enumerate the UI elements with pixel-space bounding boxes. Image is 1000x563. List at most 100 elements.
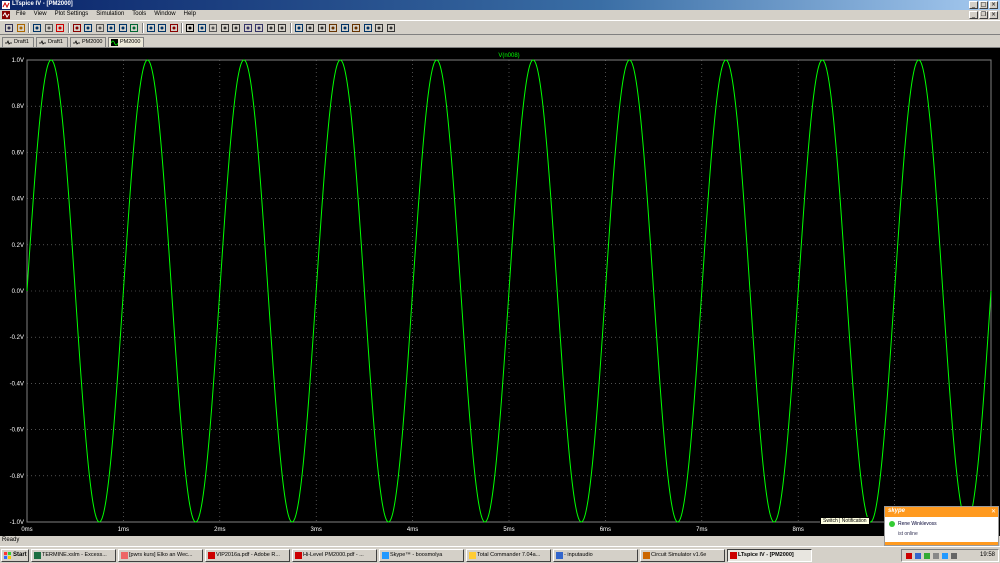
tray-icon-1[interactable] [906, 553, 912, 559]
y-tick-label: 0.6V [12, 150, 24, 156]
contact-name[interactable]: Rene Winklevoss [898, 521, 937, 527]
tile-vertical-icon[interactable] [157, 23, 167, 33]
zoom-fit-icon[interactable] [118, 23, 128, 33]
x-tick-label: 7ms [696, 527, 707, 533]
save-icon[interactable] [32, 23, 42, 33]
y-tick-label: -0.4V [10, 381, 24, 387]
taskbar-button[interactable]: Total Commander 7.04a... [466, 549, 551, 562]
y-tick-label: -0.8V [10, 474, 24, 480]
menu-plot-settings[interactable]: Plot Settings [51, 10, 93, 18]
label-icon[interactable] [317, 23, 327, 33]
inductor-icon[interactable] [351, 23, 361, 33]
taskbar-button-label: [pwrs kurs] Elko an Wec... [129, 552, 193, 558]
zoom-in-icon[interactable] [83, 23, 93, 33]
tab-draft1-b[interactable]: Draft1 [36, 37, 68, 47]
copy-icon[interactable] [208, 23, 218, 33]
taskbar-button[interactable]: LTspice IV - [PM2000] [727, 549, 812, 562]
doc-close-button[interactable]: × [989, 11, 998, 19]
zoom-out-icon[interactable] [106, 23, 116, 33]
system-tray: 19:58 [901, 549, 999, 562]
tab-pm2000-schematic[interactable]: PM2000 [70, 37, 106, 47]
tray-skype-icon[interactable] [942, 553, 948, 559]
tray-icon-2[interactable] [915, 553, 921, 559]
close-icon[interactable]: ✕ [991, 508, 996, 515]
maximize-button[interactable]: □ [979, 1, 988, 9]
skype-notification-popup[interactable]: skype ✕ Rene Winklevoss ist online [884, 506, 999, 546]
minimize-button[interactable]: _ [969, 1, 978, 9]
doc-restore-button[interactable]: ❐ [979, 11, 988, 19]
ground-icon[interactable] [305, 23, 315, 33]
open-icon[interactable] [16, 23, 26, 33]
taskbar-button[interactable]: Circuit Simulator v1.6e [640, 549, 725, 562]
y-tick-label: -0.2V [10, 335, 24, 341]
taskbar-button[interactable]: TERMINE.xslm - Excess... [31, 549, 116, 562]
tab-label: Draft1 [48, 39, 63, 45]
tab-pm2000-waveform[interactable]: PM2000 [108, 37, 144, 47]
control-panel-icon[interactable] [44, 23, 54, 33]
undo-icon[interactable] [243, 23, 253, 33]
drag-icon[interactable] [231, 23, 241, 33]
tray-volume-icon[interactable] [951, 553, 957, 559]
skype-logo: skype [888, 508, 906, 514]
menu-window[interactable]: Window [150, 10, 179, 18]
taskbar-button[interactable]: - inputaudio [553, 549, 638, 562]
taskbar-button-label: LTspice IV - [PM2000] [738, 552, 794, 558]
spice-directive-icon[interactable] [386, 23, 396, 33]
menu-tools[interactable]: Tools [128, 10, 150, 18]
halt-icon[interactable] [72, 23, 82, 33]
schematic-icon [73, 39, 80, 45]
autorange-icon[interactable] [129, 23, 139, 33]
toolbar-separator [28, 23, 30, 33]
doc-minimize-button[interactable]: _ [969, 11, 978, 19]
ltspice-app-icon [2, 1, 10, 9]
folder-icon [469, 552, 476, 559]
tile-horizontal-icon[interactable] [146, 23, 156, 33]
capacitor-icon[interactable] [340, 23, 350, 33]
x-tick-label: 6ms [600, 527, 611, 533]
menu-view[interactable]: View [30, 10, 51, 18]
document-icon[interactable] [2, 11, 10, 19]
toolbar-separator [289, 23, 292, 33]
tray-icon-3[interactable] [924, 553, 930, 559]
delete-icon[interactable] [185, 23, 195, 33]
wire-icon[interactable] [294, 23, 304, 33]
mirror-icon[interactable] [277, 23, 287, 33]
taskbar-button[interactable]: Hi-Level PM2000.pdf - ... [292, 549, 377, 562]
excel-icon [34, 552, 41, 559]
taskbar-button-label: Total Commander 7.04a... [477, 552, 541, 558]
taskbar-button[interactable]: [pwrs kurs] Elko an Wec... [118, 549, 203, 562]
menu-simulation[interactable]: Simulation [92, 10, 128, 18]
taskbar-button-label: VIP2016a.pdf - Adobe R... [216, 552, 280, 558]
start-button[interactable]: Start [1, 549, 29, 562]
move-icon[interactable] [220, 23, 230, 33]
taskbar-button[interactable]: VIP2016a.pdf - Adobe R... [205, 549, 290, 562]
resistor-icon[interactable] [328, 23, 338, 33]
pdf-icon [208, 552, 215, 559]
menu-help[interactable]: Help [180, 10, 200, 18]
tooltip: Switch | Notification [820, 517, 870, 525]
waveform-plot[interactable]: 1.0V 0.8V 0.6V 0.4V 0.2V 0.0V -0.2V -0.4V -0.6V -… [0, 48, 1000, 536]
status-bar: Ready [0, 536, 1000, 546]
tab-draft1-a[interactable]: Draft1 [2, 37, 34, 47]
online-status-icon [889, 521, 895, 527]
tray-icon-4[interactable] [933, 553, 939, 559]
rotate-icon[interactable] [266, 23, 276, 33]
toolbar [0, 20, 1000, 35]
close-window-icon[interactable] [169, 23, 179, 33]
diode-icon[interactable] [363, 23, 373, 33]
waveform-plot-svg[interactable]: 1.0V 0.8V 0.6V 0.4V 0.2V 0.0V -0.2V -0.4V -0.6V -… [0, 48, 1000, 536]
component-icon[interactable] [374, 23, 384, 33]
ltspice-icon [730, 552, 737, 559]
close-button[interactable]: × [989, 1, 998, 9]
redo-icon[interactable] [254, 23, 264, 33]
taskbar-button-label: Circuit Simulator v1.6e [651, 552, 707, 558]
run-icon[interactable] [55, 23, 65, 33]
duplicate-icon[interactable] [197, 23, 207, 33]
menu-file[interactable]: File [12, 10, 30, 18]
pan-icon[interactable] [95, 23, 105, 33]
tab-label: Draft1 [14, 39, 29, 45]
taskbar-button[interactable]: Skype™ - boosmolya [379, 549, 464, 562]
new-schematic-icon[interactable] [4, 23, 14, 33]
browser-icon [121, 552, 128, 559]
taskbar-button-label: Hi-Level PM2000.pdf - ... [303, 552, 364, 558]
